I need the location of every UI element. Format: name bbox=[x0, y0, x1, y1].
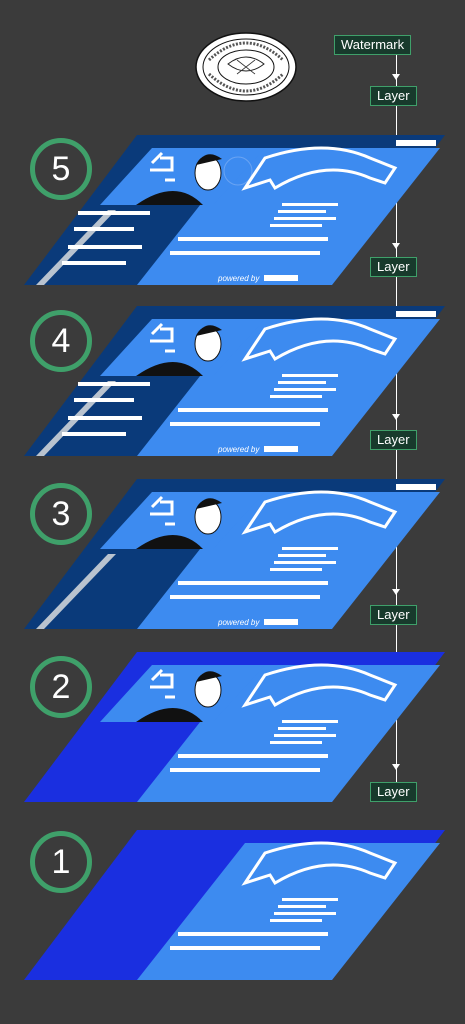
layer-1-card bbox=[24, 830, 445, 980]
layer-5-card: powered by bbox=[24, 135, 445, 285]
watermark-tag: Watermark bbox=[334, 35, 412, 55]
watermark-seal-icon bbox=[195, 32, 297, 102]
powered-by-label: powered by bbox=[217, 274, 260, 283]
arrow-icon bbox=[392, 74, 400, 80]
powered-by-label: powered by bbox=[217, 618, 260, 627]
layer-2-card bbox=[24, 652, 445, 802]
powered-by-label: powered by bbox=[217, 445, 260, 454]
layer-4-card: powered by bbox=[24, 306, 445, 456]
layer-3-card: powered by bbox=[24, 479, 445, 629]
layer-tag: Layer bbox=[370, 86, 417, 106]
